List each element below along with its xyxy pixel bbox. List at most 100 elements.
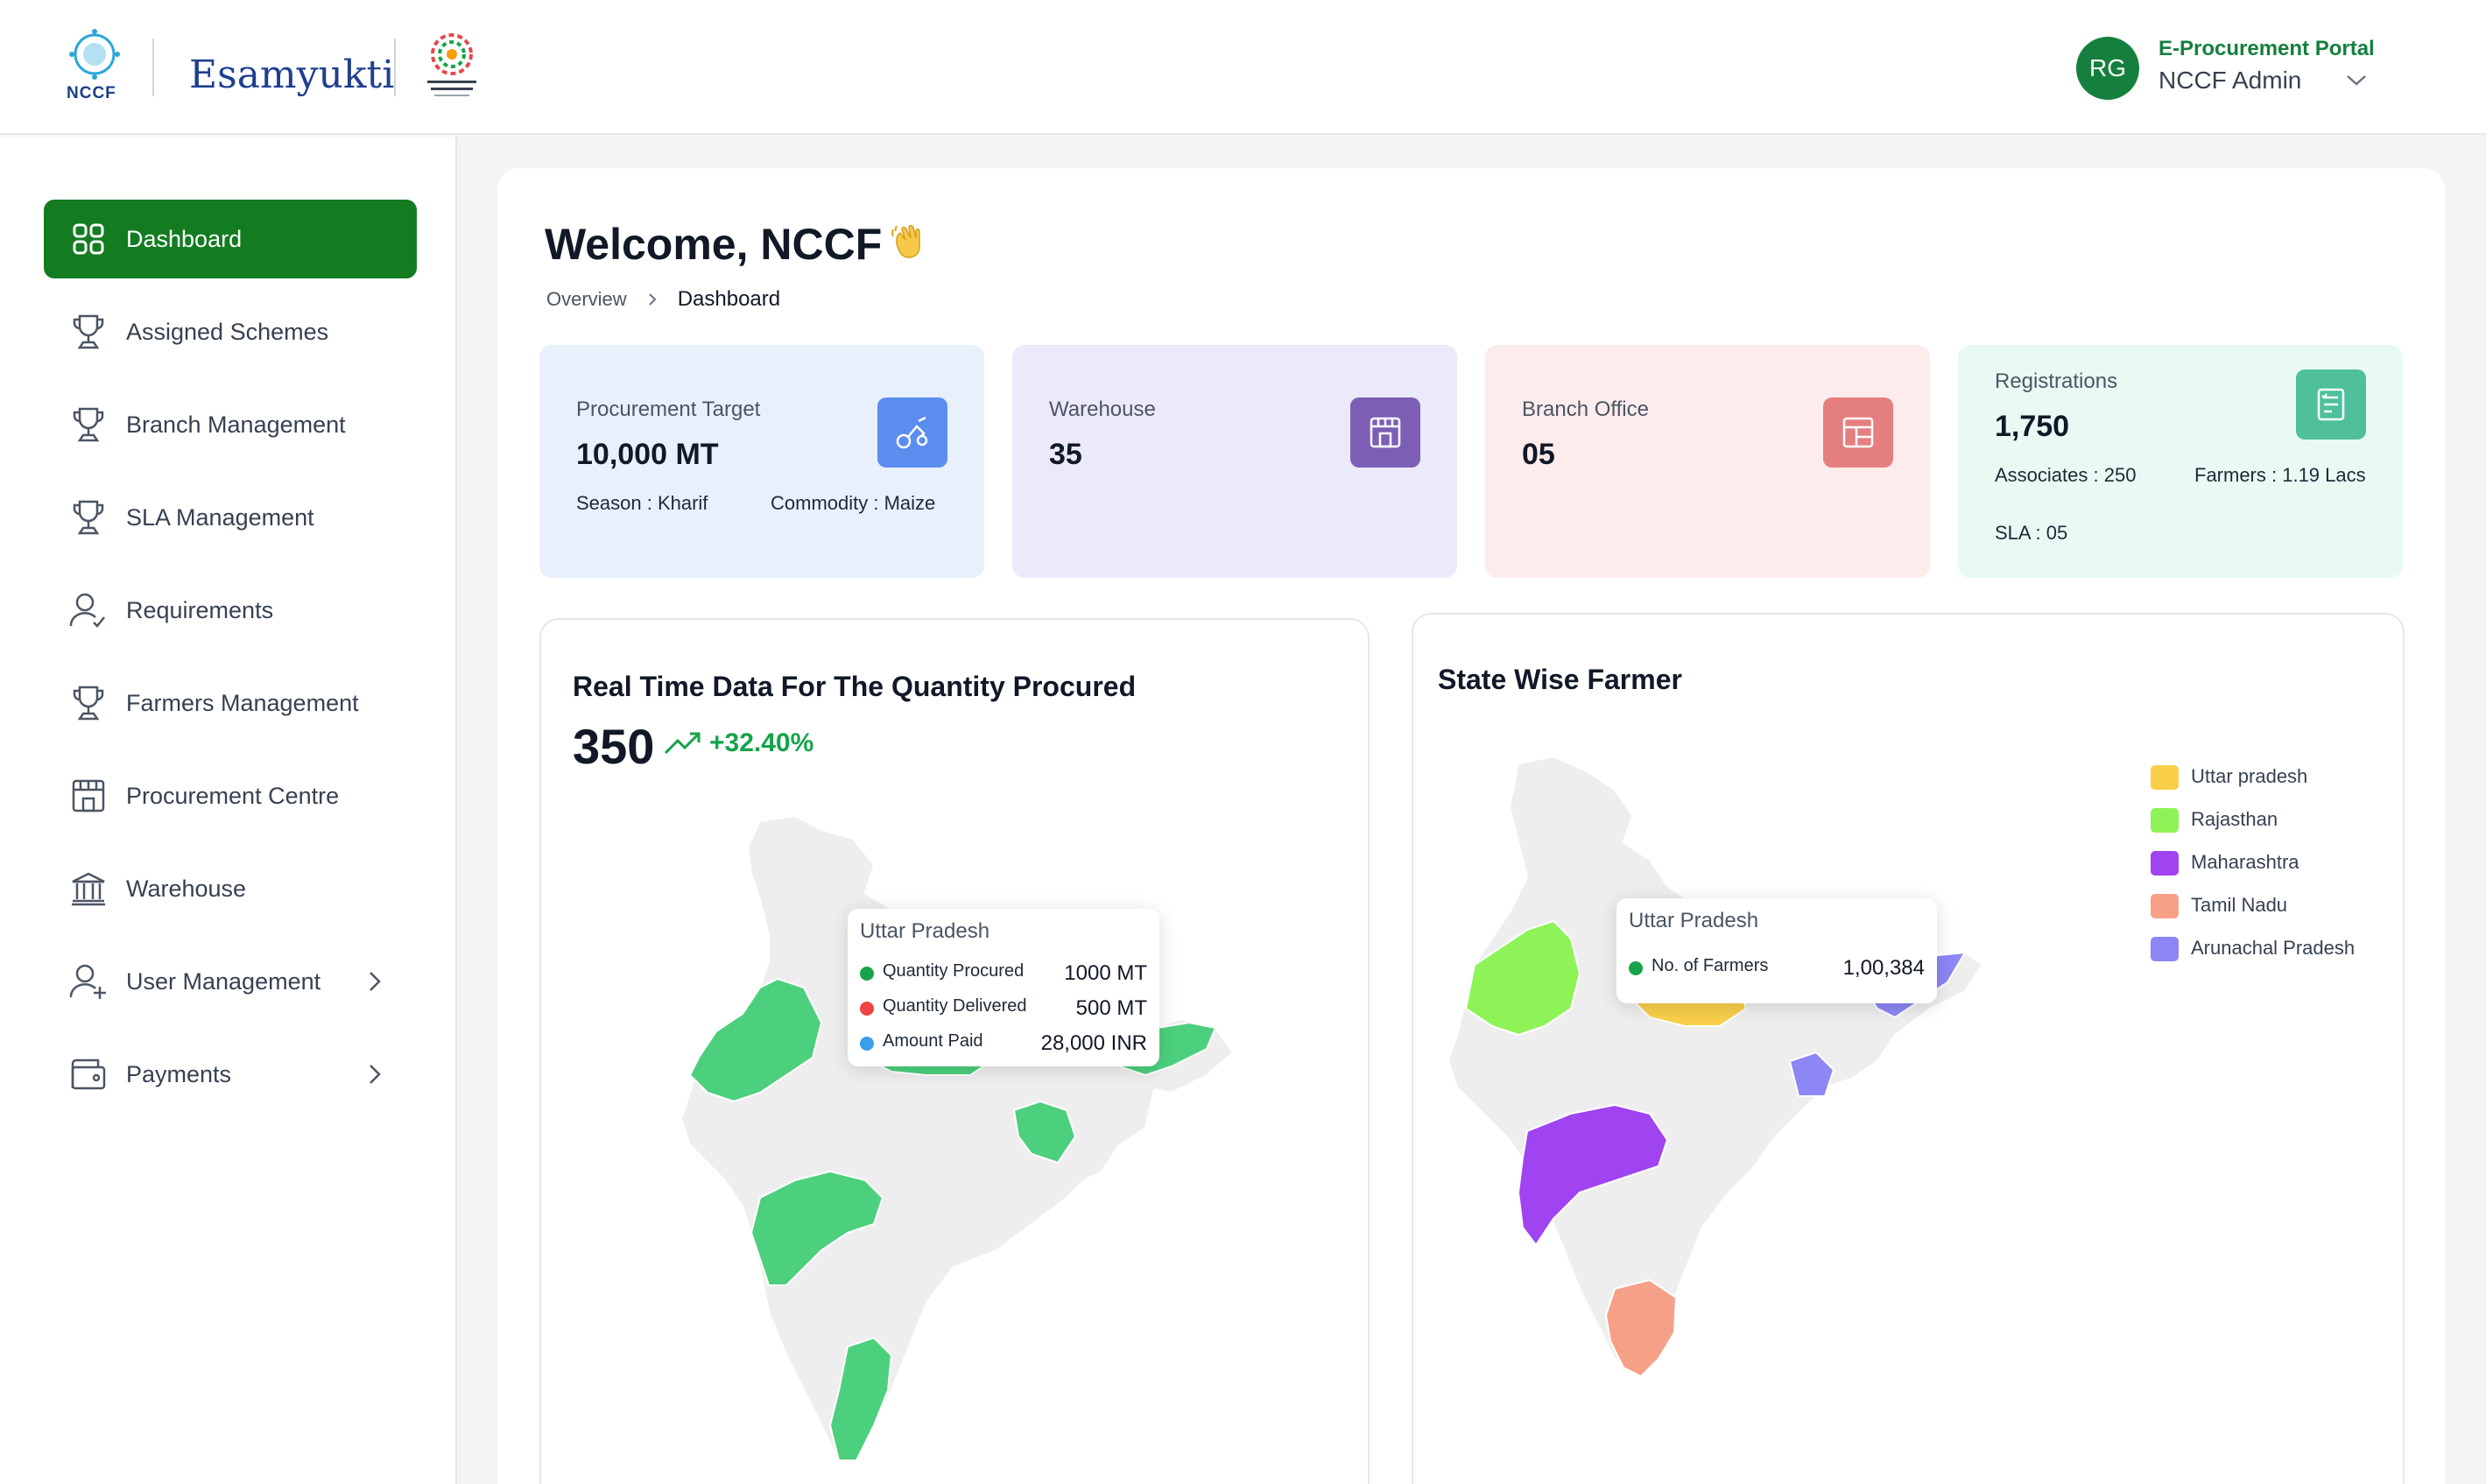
legend-swatch — [2151, 765, 2179, 790]
header-divider — [394, 39, 396, 96]
sidebar-item-label: Farmers Management — [126, 689, 359, 716]
sidebar-item-procurement-centre[interactable]: Procurement Centre — [44, 756, 417, 835]
tooltip-label: No. of Farmers — [1651, 956, 1769, 975]
trophy-icon — [68, 683, 109, 723]
stat-value: 35 — [1049, 438, 1082, 471]
quantity-procured-panel: Real Time Data For The Quantity Procured… — [539, 618, 1370, 1484]
tooltip-row: Amount Paid 28,000 INR — [860, 1030, 1147, 1056]
grid-icon — [68, 219, 109, 259]
stat-value: 05 — [1522, 438, 1555, 471]
stat-label: Registrations — [1995, 369, 2118, 393]
tooltip-value: 1,00,384 — [1842, 956, 1925, 980]
stat-label: Warehouse — [1049, 397, 1156, 421]
page-title: Welcome, NCCF — [545, 220, 883, 269]
user-name[interactable]: NCCF Admin — [2159, 67, 2301, 95]
india-map-farmers[interactable] — [1440, 755, 2053, 1420]
legend-label: Uttar pradesh — [2191, 765, 2308, 787]
sidebar-item-dashboard[interactable]: Dashboard — [44, 200, 417, 278]
sidebar-item-label: Dashboard — [126, 225, 243, 252]
stat-label: Procurement Target — [576, 397, 761, 421]
legend-label: Maharashtra — [2191, 851, 2299, 873]
store-icon — [1350, 397, 1420, 468]
tooltip-label: Amount Paid — [883, 1031, 983, 1051]
top-header: NCCF Esamyukti RG E-Procurement Portal N… — [0, 0, 2486, 135]
sla-text: SLA : 05 — [1995, 522, 2068, 544]
sidebar-item-warehouse[interactable]: Warehouse — [44, 849, 417, 928]
legend-dot — [860, 1002, 874, 1016]
tooltip-row: Quantity Delivered 500 MT — [860, 995, 1147, 1021]
user-check-icon — [68, 590, 109, 630]
sidebar-item-label: Warehouse — [126, 875, 247, 902]
tooltip-row: Quantity Procured 1000 MT — [860, 960, 1147, 986]
sidebar-item-label: Payments — [126, 1060, 232, 1087]
sidebar-item-requirements[interactable]: Requirements — [44, 571, 417, 650]
sidebar-item-label: SLA Management — [126, 503, 314, 531]
sidebar-item-branch-management[interactable]: Branch Management — [44, 385, 417, 464]
sidebar-item-payments[interactable]: Payments — [44, 1035, 417, 1114]
esamyukti-logo[interactable]: Esamyukti — [189, 53, 394, 97]
sidebar-item-label: Requirements — [126, 596, 274, 623]
stat-value: 1,750 — [1995, 410, 2070, 443]
map-region-tamil-nadu[interactable] — [1604, 1278, 1678, 1378]
commodity-text: Commodity : Maize — [771, 492, 936, 514]
chevron-right-icon[interactable] — [366, 968, 384, 995]
waving-hand-icon — [891, 225, 920, 258]
sidebar-item-farmers-management[interactable]: Farmers Management — [44, 664, 417, 742]
sidebar-item-assigned-schemes[interactable]: Assigned Schemes — [44, 292, 417, 371]
associates-text: Associates : 250 — [1995, 464, 2137, 486]
trophy-icon — [68, 404, 109, 445]
trophy-icon — [68, 497, 109, 538]
legend-dot — [860, 1037, 874, 1051]
map-tooltip: Uttar Pradesh No. of Farmers 1,00,384 — [1616, 898, 1937, 1003]
tooltip-label: Quantity Procured — [883, 961, 1025, 981]
sidebar-item-user-management[interactable]: User Management — [44, 942, 417, 1021]
legend-swatch — [2151, 937, 2179, 961]
main-content: Welcome, NCCF Overview Dashboard Procure… — [497, 168, 2445, 1484]
quantity-value: 350 — [573, 719, 655, 774]
tooltip-value: 500 MT — [1075, 996, 1147, 1020]
legend-swatch — [2151, 894, 2179, 918]
breadcrumb-current: Dashboard — [677, 287, 781, 311]
layout-icon — [1823, 397, 1893, 468]
stat-value: 10,000 MT — [576, 438, 719, 471]
sidebar: Dashboard Assigned Schemes Branch Manage… — [0, 137, 457, 1484]
season-text: Season : Kharif — [576, 492, 708, 514]
portal-label: E-Procurement Portal — [2159, 37, 2375, 60]
stat-card-warehouse[interactable]: Warehouse 35 — [1012, 345, 1457, 578]
tooltip-row: No. of Farmers 1,00,384 — [1629, 954, 1925, 981]
stat-card-procurement-target[interactable]: Procurement Target 10,000 MT Season : Kh… — [539, 345, 984, 578]
legend-dot — [1629, 961, 1643, 975]
breadcrumb: Overview Dashboard — [546, 287, 780, 312]
cooperatives-year-logo — [427, 33, 476, 96]
document-icon — [2296, 369, 2366, 440]
sidebar-item-label: Procurement Centre — [126, 782, 340, 809]
panel-title: State Wise Farmer — [1438, 664, 1682, 695]
trend-value: +32.40% — [709, 728, 814, 757]
store-icon — [68, 776, 109, 816]
user-menu[interactable]: RG E-Procurement Portal NCCF Admin — [2076, 33, 2444, 103]
chevron-down-icon[interactable] — [2344, 70, 2369, 89]
breadcrumb-overview[interactable]: Overview — [546, 288, 627, 311]
user-plus-icon — [68, 961, 109, 1002]
stat-card-branch-office[interactable]: Branch Office 05 — [1485, 345, 1930, 578]
legend-label: Tamil Nadu — [2191, 894, 2288, 916]
legend-label: Arunachal Pradesh — [2191, 937, 2356, 959]
tooltip-title: Uttar Pradesh — [860, 919, 990, 943]
trend-indicator: +32.40% — [664, 728, 813, 758]
sidebar-item-sla-management[interactable]: SLA Management — [44, 478, 417, 557]
avatar[interactable]: RG — [2076, 37, 2139, 100]
bank-icon — [68, 869, 109, 909]
stat-label: Branch Office — [1522, 397, 1649, 421]
wallet-icon — [68, 1054, 109, 1094]
tractor-icon — [877, 397, 947, 468]
tooltip-value: 1000 MT — [1064, 961, 1147, 985]
map-tooltip: Uttar Pradesh Quantity Procured 1000 MT … — [848, 909, 1159, 1066]
legend-dot — [860, 967, 874, 981]
legend-swatch — [2151, 808, 2179, 833]
nccf-logo-text: NCCF — [67, 84, 116, 102]
legend-swatch — [2151, 851, 2179, 876]
trophy-icon — [68, 312, 109, 352]
chevron-right-icon[interactable] — [366, 1061, 384, 1087]
chevron-right-icon — [648, 293, 657, 306]
stat-card-registrations[interactable]: Registrations 1,750 Associates : 250 Far… — [1958, 345, 2403, 578]
